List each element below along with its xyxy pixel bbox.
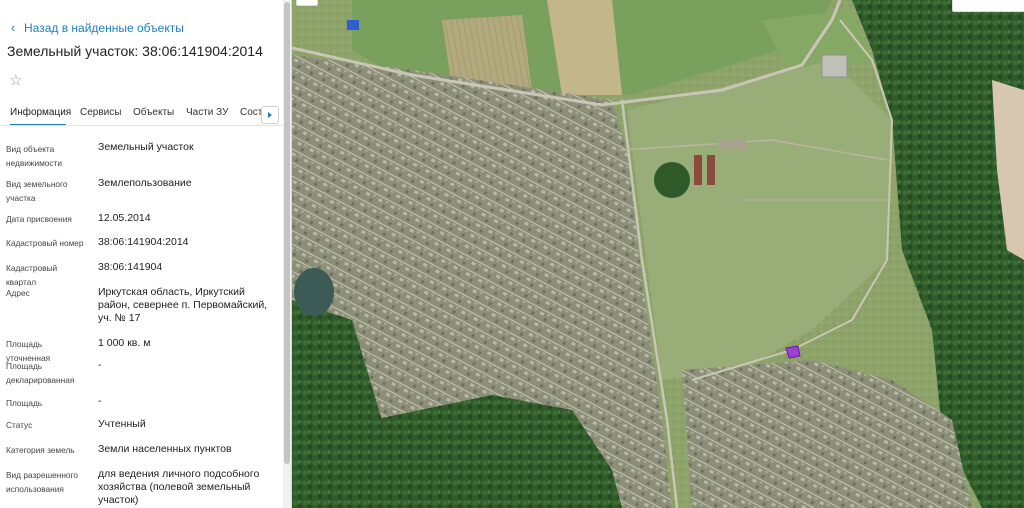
prop-value: Земельный участок [98,141,194,153]
prop-value: Землепользование [98,177,192,189]
prop-label: Дата присвоения [6,214,72,224]
satellite-imagery [292,0,1024,508]
tab-information[interactable]: Информация [10,104,71,125]
panel-scrollbar[interactable] [283,0,291,508]
prop-value: Земли населенных пунктов [98,443,232,455]
prop-label: Вид земельного участка [6,179,68,203]
info-tabs: Информация Сервисы Объекты Части ЗУ Сост… [0,104,284,126]
prop-label: Кадастровый номер [6,238,84,248]
prop-label: Кадастровый квартал [6,263,58,287]
prop-value: Учтенный [98,418,146,430]
prop-value: 38:06:141904 [98,261,163,273]
prop-label: Категория земель [6,445,75,455]
tabs-next-button[interactable] [261,106,279,124]
prop-value: для ведения личного подсобного хозяйства… [98,468,260,506]
prop-value: 12.05.2014 [98,212,151,224]
chevron-left-icon: ‹ [10,20,16,35]
satellite-map[interactable] [292,0,1024,508]
back-link-label: Назад в найденные объекты [24,20,184,35]
prop-value: - [98,395,102,407]
prop-label: Вид объекта недвижимости [6,144,62,168]
object-title: Земельный участок: 38:06:141904:2014 [7,43,263,59]
tab-objects[interactable]: Объекты [133,104,174,125]
map-control-button[interactable] [296,0,318,6]
prop-value: Иркутская область, Иркутский район, севе… [98,286,268,324]
back-to-results-link[interactable]: ‹ Назад в найденные объекты [8,20,184,35]
prop-label: Адрес [6,288,30,298]
tab-services[interactable]: Сервисы [80,104,121,125]
triangle-right-icon [268,112,272,118]
prop-label: Площадь декларированная [6,361,75,385]
selected-parcel[interactable] [785,345,801,359]
star-outline-icon[interactable]: ☆ [9,73,25,89]
prop-value: 38:06:141904:2014 [98,236,189,248]
tab-parts[interactable]: Части ЗУ [186,104,228,125]
map-search-box[interactable] [952,0,1024,12]
prop-label: Вид разрешенного использования [6,470,78,494]
prop-label: Площадь [6,398,43,408]
object-info-panel: ‹ Назад в найденные объекты Земельный уч… [0,0,292,508]
scrollbar-thumb[interactable] [284,2,290,464]
prop-label: Статус [6,420,33,430]
prop-value: - [98,359,102,371]
prop-value: 1 000 кв. м [98,337,151,349]
